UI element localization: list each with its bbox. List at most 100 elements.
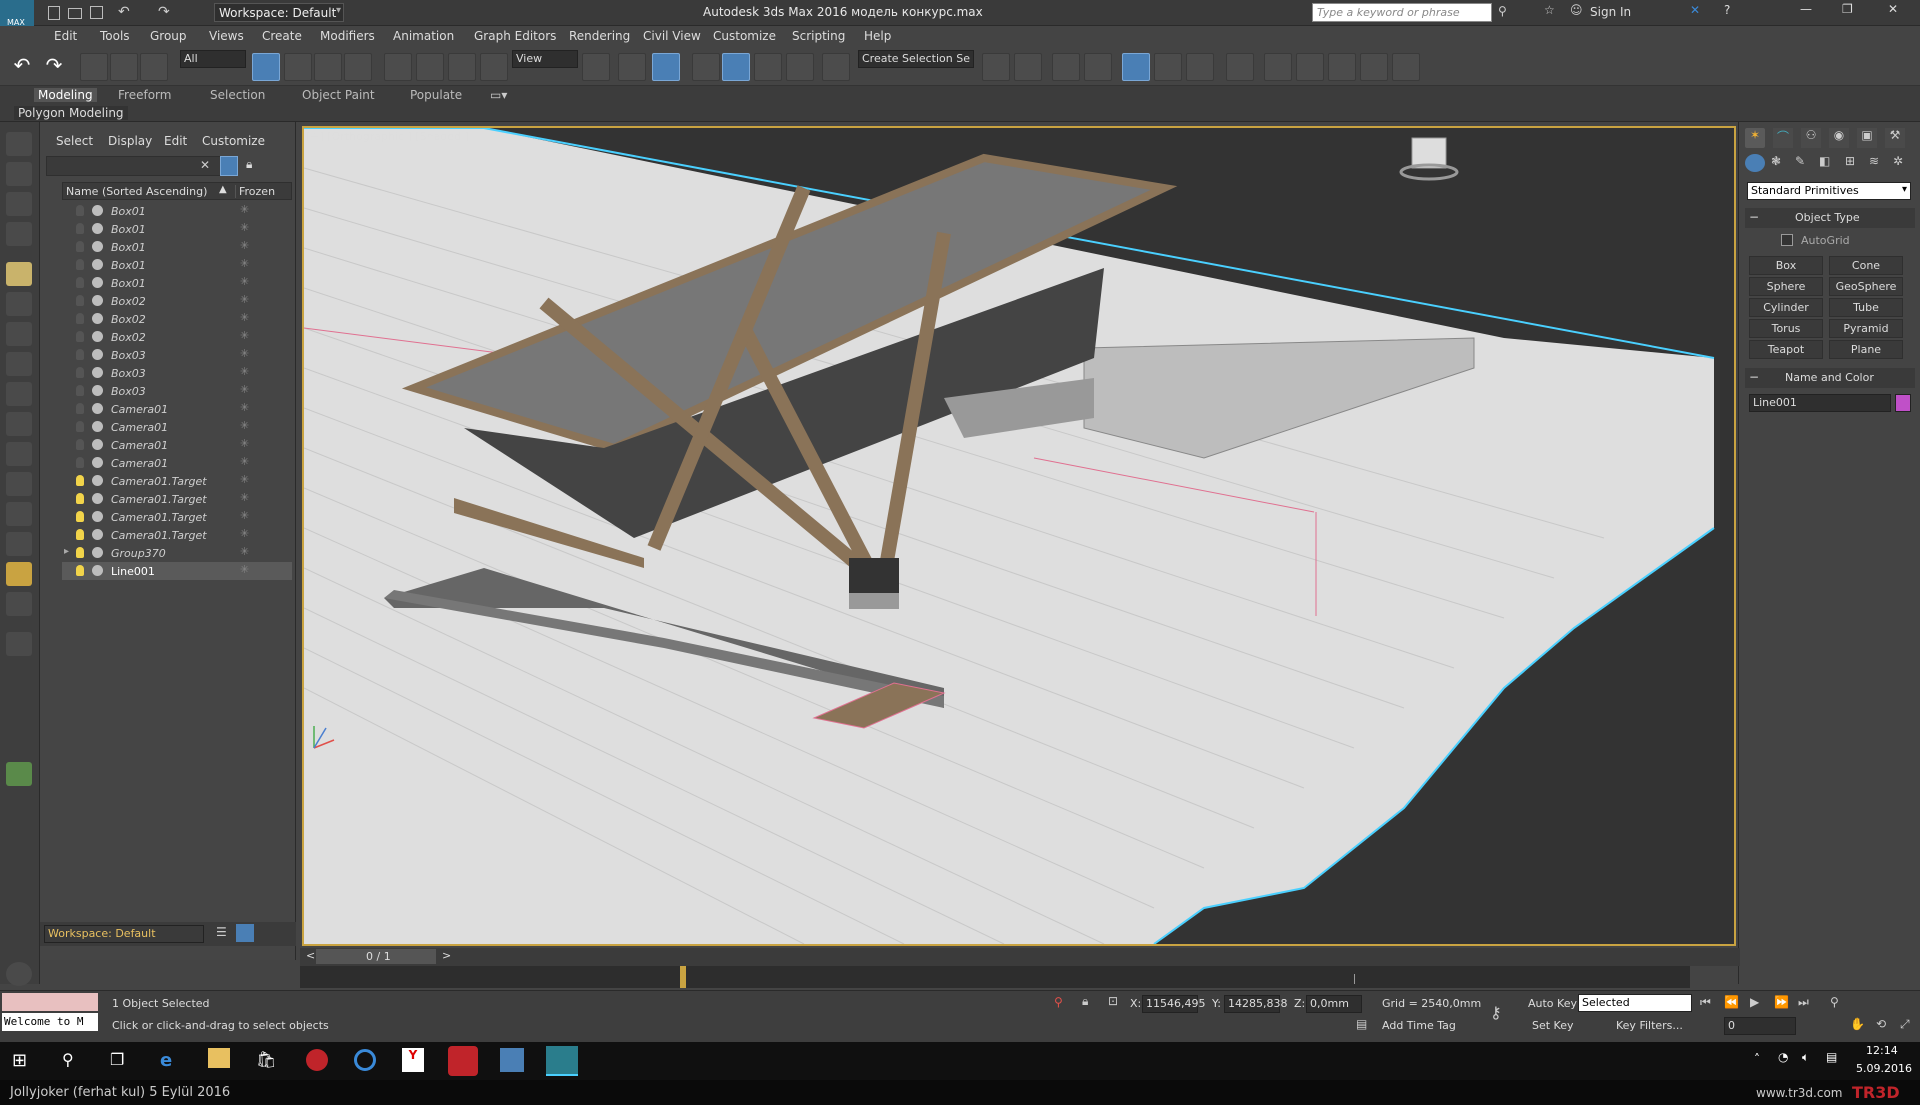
visibility-bulb-icon[interactable] — [76, 529, 84, 540]
goto-start-icon[interactable]: ⏮ — [1700, 995, 1711, 1010]
ribbon-options-icon[interactable]: ▭▾ — [490, 88, 507, 102]
pyramid-button[interactable]: Pyramid — [1829, 319, 1903, 338]
search-icon[interactable]: ⚲ — [62, 1050, 74, 1069]
link-icon[interactable] — [80, 53, 108, 81]
visibility-bulb-icon[interactable] — [76, 421, 84, 432]
table-row[interactable]: Box01 ✳ — [62, 274, 292, 292]
z-coordinate-field[interactable]: 0,0mm — [1306, 995, 1362, 1013]
rotate-tool-button[interactable] — [416, 53, 444, 81]
cylinder-button[interactable]: Cylinder — [1749, 298, 1823, 317]
clear-search-icon[interactable]: ✕ — [200, 158, 210, 172]
rollout-collapse-icon[interactable]: − — [1749, 210, 1759, 224]
table-row[interactable]: Camera01.Target ✳ — [62, 490, 292, 508]
table-row[interactable]: ▸ Group370 ✳ — [62, 544, 292, 562]
frozen-toggle-icon[interactable]: ✳ — [240, 365, 249, 378]
table-row[interactable]: Box01 ✳ — [62, 256, 292, 274]
x-coordinate-field[interactable]: 11546,495 — [1142, 995, 1206, 1013]
object-name-field[interactable]: Line001 — [1749, 394, 1891, 412]
move-tool-button[interactable] — [384, 53, 412, 81]
tube-button[interactable]: Tube — [1829, 298, 1903, 317]
visibility-bulb-icon[interactable] — [76, 349, 84, 360]
visibility-bulb-icon[interactable] — [76, 295, 84, 306]
rectangle-selection-button[interactable] — [314, 53, 342, 81]
key-icon[interactable]: ⚷ — [1490, 1003, 1502, 1022]
workspace-selector[interactable]: Workspace: Default — [44, 925, 204, 943]
particles-filter-icon[interactable] — [6, 532, 32, 556]
table-row[interactable]: Box02 ✳ — [62, 328, 292, 346]
redo-icon[interactable]: ↷ — [158, 4, 170, 20]
visibility-bulb-icon[interactable] — [76, 367, 84, 378]
notifications-icon[interactable]: ▤ — [1826, 1050, 1837, 1064]
table-row[interactable]: Box02 ✳ — [62, 292, 292, 310]
keyboard-shortcut-override-button[interactable] — [652, 53, 680, 81]
open-file-icon[interactable] — [68, 8, 82, 19]
visibility-bulb-icon[interactable] — [76, 205, 84, 216]
add-time-tag[interactable]: Add Time Tag — [1382, 1019, 1456, 1032]
table-row[interactable]: Line001 ✳ — [62, 562, 292, 580]
visibility-bulb-icon[interactable] — [76, 493, 84, 504]
viewport-label[interactable]: [+] [Orthographic ] [Shaded ] — [306, 130, 469, 143]
undo-icon[interactable]: ↶ — [118, 4, 130, 20]
track-bar[interactable] — [300, 966, 1690, 988]
frozen-toggle-icon[interactable]: ✳ — [240, 455, 249, 468]
visibility-bulb-icon[interactable] — [76, 259, 84, 270]
key-filters-button[interactable]: Key Filters... — [1616, 1019, 1683, 1032]
layer-explorer-button[interactable] — [1052, 53, 1080, 81]
frozen-toggle-icon[interactable]: ✳ — [240, 491, 249, 504]
frozen-toggle-icon[interactable]: ✳ — [240, 347, 249, 360]
render-iterative-button[interactable] — [1360, 53, 1388, 81]
expand-arrow-icon[interactable]: ▸ — [64, 546, 69, 557]
table-row[interactable]: Box02 ✳ — [62, 310, 292, 328]
name-color-title[interactable]: Name and Color — [1785, 371, 1874, 384]
scene-menu-display[interactable]: Display — [108, 134, 152, 148]
scene-menu-edit[interactable]: Edit — [164, 134, 187, 148]
menu-create[interactable]: Create — [262, 29, 302, 43]
opera-icon[interactable] — [448, 1046, 478, 1076]
frozen-toggle-icon[interactable]: ✳ — [240, 275, 249, 288]
y-coordinate-field[interactable]: 14285,838 — [1224, 995, 1288, 1013]
tab-modeling[interactable]: Modeling — [34, 88, 97, 102]
layers-icon[interactable]: ☰ — [216, 925, 227, 939]
edge-browser-icon[interactable]: e — [160, 1050, 172, 1071]
table-row[interactable]: Camera01.Target ✳ — [62, 526, 292, 544]
frozen-toggle-icon[interactable]: ✳ — [240, 401, 249, 414]
frozen-toggle-icon[interactable]: ✳ — [240, 563, 249, 576]
schematic-view-button[interactable] — [1186, 53, 1214, 81]
spinner-snap-button[interactable] — [786, 53, 814, 81]
frozen-toggle-icon[interactable]: ✳ — [240, 239, 249, 252]
lock-icon[interactable]: 🔒︎ — [246, 157, 252, 172]
menu-rendering[interactable]: Rendering — [569, 29, 630, 43]
undo-button[interactable]: ↶ — [8, 53, 36, 81]
isolate-icon[interactable]: ⚲ — [1054, 995, 1063, 1009]
close-icon[interactable]: ✕ — [1888, 2, 1898, 16]
table-row[interactable]: Box03 ✳ — [62, 382, 292, 400]
select-by-name-button[interactable] — [284, 53, 312, 81]
next-frame-icon[interactable]: ⏩ — [1774, 995, 1789, 1009]
percent-snap-button[interactable] — [754, 53, 782, 81]
current-frame-field[interactable]: 0 — [1724, 1017, 1796, 1035]
play-icon[interactable]: ▶ — [1750, 995, 1759, 1009]
render-setup-button[interactable] — [1264, 53, 1292, 81]
3dsmax-taskbar-icon[interactable] — [500, 1048, 524, 1072]
table-row[interactable]: Box01 ✳ — [62, 220, 292, 238]
groups-filter-icon[interactable] — [6, 442, 32, 466]
angle-snap-button[interactable] — [722, 53, 750, 81]
goto-end-icon[interactable]: ⏭ — [1798, 995, 1809, 1010]
menu-graph-editors[interactable]: Graph Editors — [474, 29, 556, 43]
object-type-title[interactable]: Object Type — [1795, 211, 1860, 224]
help-icon[interactable] — [6, 962, 32, 986]
table-row[interactable]: Camera01.Target ✳ — [62, 508, 292, 526]
mirror-button[interactable] — [982, 53, 1010, 81]
clock-time[interactable]: 12:14 — [1866, 1044, 1898, 1057]
ribbon-subtitle[interactable]: Polygon Modeling — [14, 106, 128, 120]
named-selection-set-dropdown[interactable]: Create Selection Se — [858, 50, 974, 68]
exchange-icon[interactable]: ✕ — [1690, 3, 1700, 17]
menu-modifiers[interactable]: Modifiers — [320, 29, 375, 43]
file-explorer-icon[interactable] — [208, 1048, 230, 1068]
motion-tab-icon[interactable]: ◉ — [1829, 128, 1849, 148]
frozen-toggle-icon[interactable]: ✳ — [240, 257, 249, 270]
window-crossing-button[interactable] — [344, 53, 372, 81]
primitive-type-dropdown[interactable]: Standard Primitives ▾ — [1747, 182, 1911, 200]
frozen-toggle-icon[interactable]: ✳ — [240, 383, 249, 396]
search-input[interactable]: Type a keyword or phrase — [1312, 3, 1492, 22]
